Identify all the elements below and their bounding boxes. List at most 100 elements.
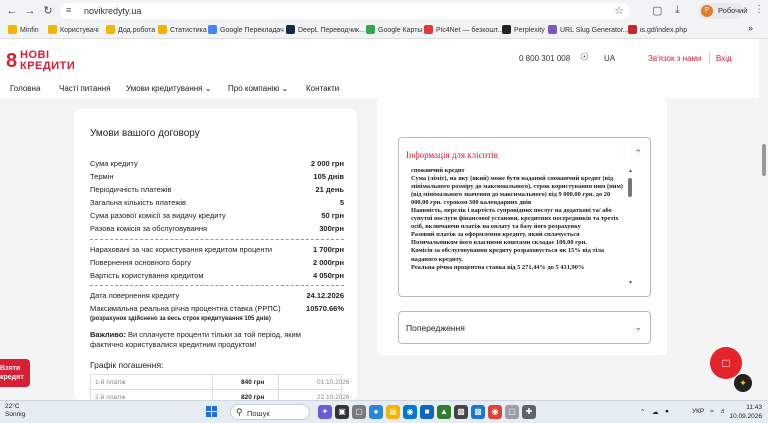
bookmark-item[interactable]: Google Перекладач bbox=[208, 25, 284, 34]
term-row: Термін 105 днів bbox=[90, 172, 344, 181]
tray-chevron-icon[interactable]: ⌃ bbox=[640, 408, 645, 416]
term-row: Сума разової комісії за видачу кредиту 50… bbox=[90, 211, 344, 220]
client-info-title[interactable]: Інформація для клієнтів bbox=[406, 150, 498, 160]
bookmark-star-icon[interactable]: ☆ bbox=[614, 4, 624, 17]
bookmark-item[interactable]: Google Карты bbox=[366, 25, 422, 34]
file-explorer-icon[interactable]: ▤ bbox=[386, 405, 400, 419]
content-area: Умови вашого договору Сума кредиту 2 000 … bbox=[0, 98, 768, 405]
taskbar-search[interactable]: ⚲ Пошук bbox=[230, 404, 310, 420]
app-icon[interactable]: ▢ bbox=[352, 405, 366, 419]
schedule-title: Графік погашення: bbox=[90, 360, 164, 370]
bookmark-item[interactable]: DeepL Переводчик... bbox=[286, 25, 365, 34]
scroll-down-icon[interactable]: ▼ bbox=[628, 280, 633, 286]
app-icon[interactable]: ▩ bbox=[454, 405, 468, 419]
profile-button[interactable]: Р Робочий bbox=[698, 3, 747, 19]
deepl-icon bbox=[286, 25, 295, 34]
volume-icon[interactable]: ♬ bbox=[720, 408, 727, 415]
nav-item-contacts[interactable]: Контакти bbox=[306, 84, 339, 93]
bookmark-item[interactable]: is.gd/index.php bbox=[628, 25, 687, 34]
url-text: novikredyty.ua bbox=[84, 6, 142, 16]
folder-icon bbox=[48, 25, 57, 34]
important-note: Важливо: Ви сплачуєте проценти тільки за… bbox=[90, 330, 301, 349]
bookmark-item[interactable]: Дод.робота bbox=[106, 25, 155, 34]
app-icon[interactable]: ■ bbox=[420, 405, 434, 419]
logo-mark: 8 bbox=[6, 50, 18, 72]
copilot-icon[interactable]: ✦ bbox=[318, 405, 332, 419]
logo-line2: КРЕДИТИ bbox=[20, 60, 76, 72]
nav-item-faq[interactable]: Часті питання bbox=[59, 84, 110, 93]
contact-link[interactable]: Зв'язок з нами bbox=[648, 54, 701, 63]
accessibility-eye-icon[interactable]: ☉ bbox=[580, 52, 589, 63]
take-credit-button[interactable]: Взяти кредит bbox=[0, 359, 30, 387]
section-divider bbox=[90, 239, 344, 240]
folder-icon bbox=[106, 25, 115, 34]
chevron-down-icon: ⌄ bbox=[204, 84, 212, 93]
app-icon[interactable]: ✚ bbox=[522, 405, 536, 419]
term-row: Вартість користування кредитом 4 050грн bbox=[90, 271, 344, 280]
reload-icon[interactable]: ↻ bbox=[41, 4, 55, 18]
start-menu-icon[interactable] bbox=[206, 406, 218, 418]
translate-icon bbox=[208, 25, 217, 34]
nav-item-about[interactable]: Про компанію ⌄ bbox=[228, 84, 288, 93]
app-icon[interactable]: ▩ bbox=[471, 405, 485, 419]
app-icon[interactable]: ▢ bbox=[505, 405, 519, 419]
weather-widget[interactable]: 22°C Sonnig bbox=[5, 403, 25, 419]
tray-app-icon[interactable]: ● bbox=[665, 408, 669, 415]
wifi-icon[interactable]: ≈ bbox=[710, 408, 714, 415]
bookmark-item[interactable]: Perplexity bbox=[502, 25, 545, 34]
chevron-up-icon[interactable]: ⌃ bbox=[634, 148, 642, 159]
downloads-icon[interactable]: ⤓ bbox=[675, 4, 680, 17]
bookmark-item[interactable]: Користувачі bbox=[48, 25, 99, 34]
tray-cloud-icon[interactable]: ☁ bbox=[652, 408, 659, 416]
keyboard-language[interactable]: УКР bbox=[692, 408, 704, 415]
contract-terms-card: Умови вашого договору Сума кредиту 2 000 … bbox=[74, 109, 357, 405]
term-row: Повернення основного боргу 2 000грн bbox=[90, 258, 344, 267]
main-nav: Головна Часті питання Умови кредитування… bbox=[0, 79, 768, 96]
address-bar[interactable]: ≡ novikredyty.ua ☆ bbox=[60, 3, 630, 19]
contract-title: Умови вашого договору bbox=[90, 128, 200, 139]
bookmark-item[interactable]: URL Slug Generator... bbox=[548, 25, 629, 34]
page-scrollbar[interactable] bbox=[759, 39, 768, 400]
forward-icon[interactable]: → bbox=[23, 4, 37, 18]
app-icon[interactable]: ▲ bbox=[437, 405, 451, 419]
bookmark-item[interactable]: Pic4Net — безкошт... bbox=[424, 25, 503, 34]
back-icon[interactable]: ← bbox=[5, 4, 19, 18]
term-row: Сума кредиту 2 000 грн bbox=[90, 159, 344, 168]
extensions-icon[interactable]: ▢ bbox=[652, 4, 662, 17]
avatar: Р bbox=[701, 5, 713, 17]
task-view-icon[interactable]: ▣ bbox=[335, 405, 349, 419]
nav-item-home[interactable]: Головна bbox=[10, 84, 40, 93]
phone-number[interactable]: 0 800 301 008 bbox=[519, 54, 570, 63]
info-scrollbar[interactable]: ▲ ▼ bbox=[628, 168, 633, 288]
perplexity-icon bbox=[502, 25, 511, 34]
rrps-note: (розрахунок здійснено за весь строк кред… bbox=[90, 316, 271, 322]
edge-icon[interactable]: ◉ bbox=[403, 405, 417, 419]
sparkle-icon: ✦ bbox=[739, 378, 747, 388]
isgd-icon bbox=[628, 25, 637, 34]
browser-menu-icon[interactable]: ⋮ bbox=[754, 4, 764, 15]
bookmark-item[interactable]: Статистика bbox=[158, 25, 207, 34]
site-info-icon[interactable]: ≡ bbox=[66, 5, 71, 15]
schedule-row: 1-й платіж 840 грн 01.10.2026 bbox=[90, 374, 350, 390]
chat-button[interactable]: □ bbox=[710, 347, 742, 379]
scroll-up-icon[interactable]: ▲ bbox=[628, 168, 633, 174]
language-switch[interactable]: UA bbox=[604, 54, 615, 63]
bookmark-item[interactable]: Minfin bbox=[8, 25, 39, 34]
info-card: Інформація для клієнтів ⌃ споживчий кред… bbox=[377, 98, 667, 355]
chevron-down-icon[interactable]: ⌄ bbox=[634, 322, 642, 333]
chat-icon: □ bbox=[722, 356, 730, 370]
clock[interactable]: 11:43 10.09.2026 bbox=[728, 403, 762, 421]
term-row: Максимальна реальна річна процентна став… bbox=[90, 304, 344, 313]
chrome-icon[interactable]: ◉ bbox=[488, 405, 502, 419]
assistant-button[interactable]: ✦ bbox=[734, 374, 752, 392]
bookmarks-bar: Minfin Користувачі Дод.робота Статистика… bbox=[0, 22, 768, 39]
login-link[interactable]: Вхід bbox=[716, 54, 732, 63]
more-bookmarks-icon[interactable]: » bbox=[748, 23, 753, 33]
website: 8 НОВІ КРЕДИТИ 0 800 301 008 ☉ UA Зв'язо… bbox=[0, 39, 768, 405]
scrollbar-thumb[interactable] bbox=[628, 178, 632, 197]
section-divider bbox=[90, 285, 344, 286]
nav-item-terms[interactable]: Умови кредитування ⌄ bbox=[126, 84, 211, 93]
app-icon[interactable]: ● bbox=[369, 405, 383, 419]
warning-accordion[interactable]: Попередження ⌄ bbox=[398, 311, 651, 344]
page-scrollbar-thumb[interactable] bbox=[762, 144, 766, 176]
